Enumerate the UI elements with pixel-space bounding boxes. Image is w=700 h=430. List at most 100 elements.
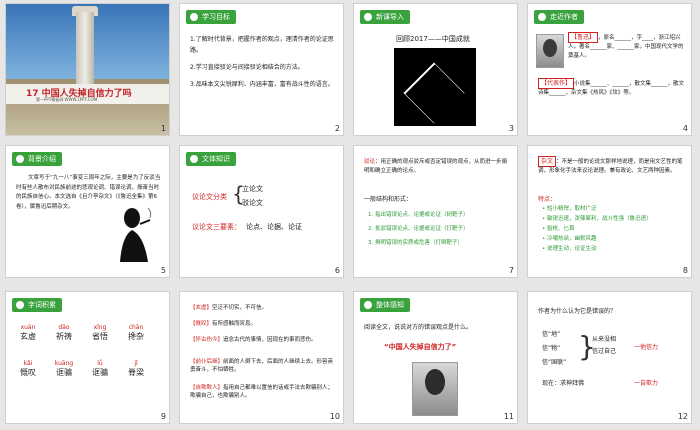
tag-label: 整体感知 <box>376 301 404 309</box>
author-label: 【鲁迅】 <box>568 32 599 43</box>
slide-number: 7 <box>508 266 514 275</box>
lost-trust-label: 一他信力 <box>634 344 659 351</box>
video-placeholder-inner <box>405 64 465 124</box>
tag-icon <box>538 13 546 21</box>
slide-thumb-8[interactable]: 杂文 ：不是一般的论说文那样地说理，而是用文艺性的笔调，形象化手法来议论说理。兼有… <box>528 146 691 277</box>
tag-label: 背景介绍 <box>28 155 56 163</box>
slide-thumb-5[interactable]: 背景介绍 文章写于“九一八”事变三周年之际，主要是为了反驳当时有些人散布对民族前… <box>6 146 169 277</box>
classification-a: 立论文 <box>242 185 263 193</box>
slide-thumb-9[interactable]: 字词积累 xuán 玄虚 dǎo 祈祷 xǐng 省悟 chān 搀杂 kǎi 慨叹 ku… <box>6 292 169 423</box>
belief-item: 信“国联” <box>542 359 567 366</box>
word-item: dǎo 祈祷 <box>56 324 72 341</box>
slide-number: 4 <box>682 124 688 133</box>
tag-label: 字词积累 <box>28 301 56 309</box>
section-tag: 新课导入 <box>360 10 410 24</box>
slide-number: 10 <box>329 412 340 421</box>
definition-row: 【玄虚】空泛不切实，不可信。 <box>190 305 268 311</box>
belief-list: 信“地” 信“物” 信“国联” <box>542 328 566 370</box>
slide-number: 3 <box>508 124 514 133</box>
rebuttal-text: ：用正确的观点驳斥或否定错误的观点，从而进一步阐明和确立正确的论点。 <box>364 159 508 174</box>
slide-thumb-2[interactable]: 学习目标 1.了解时代背景，把握作者的观点，理清作者的论证思路。 2.学习直接驳… <box>180 4 343 135</box>
slide-number: 8 <box>682 266 688 275</box>
goal-list: 1.了解时代背景，把握作者的观点，理清作者的论证思路。 2.学习直接驳论与间接驳… <box>190 34 335 90</box>
structure-heading: 一般结构和形式： <box>364 196 413 203</box>
author-face <box>425 369 445 395</box>
belief-item: 信“物” <box>542 345 561 352</box>
slide-number: 5 <box>160 266 166 275</box>
word-item: kǎi 慨叹 <box>20 360 36 377</box>
self-deception-label: 一自欺力 <box>634 380 659 387</box>
word-item: lǚ 诓骗 <box>92 360 108 377</box>
feature-item: • 说理生动，论证生动 <box>542 246 597 252</box>
question-text: 阅读全文，说说对方的错误观点是什么。 <box>364 324 473 331</box>
tag-label: 学习目标 <box>202 13 230 21</box>
self-line: 信过自己 <box>592 348 617 355</box>
tag-label: 文体知识 <box>202 155 230 163</box>
structure-step: 2. 批驳错误论点、论据或论证（打靶子） <box>368 226 469 232</box>
word-item: kuāng 诓骗 <box>54 360 74 377</box>
section-tag: 字词积累 <box>12 298 62 312</box>
slide-thumb-7[interactable]: 驳论：用正确的观点驳斥或否定错误的观点，从而进一步阐明和确立正确的论点。 一般结… <box>354 146 517 277</box>
feature-item: • 冷嘲热讽，幽默风趣 <box>542 236 597 242</box>
section-tag: 背景介绍 <box>12 152 62 166</box>
slide-number: 12 <box>677 412 688 421</box>
quoted-claim: “中国人失掉自信力了” <box>384 343 457 351</box>
tag-icon <box>16 155 24 163</box>
works-intro: 【代表作】 小说集______、______，散文集______，散文诗集____… <box>538 78 686 98</box>
never-trusted-line: 从来没相 <box>592 336 617 343</box>
smoking-figure-image <box>120 207 152 262</box>
monument-image <box>76 12 94 84</box>
rebuttal-definition: 驳论：用正确的观点驳斥或否定错误的观点，从而进一步阐明和确立正确的论点。 <box>364 158 512 176</box>
section-tag: 走近作者 <box>534 10 584 24</box>
word-item: chān 搀杂 <box>128 324 144 341</box>
author-portrait <box>536 34 564 68</box>
video-caption: 回顾2017——中国成就 <box>396 35 470 43</box>
slide-number: 2 <box>334 124 340 133</box>
cover-subtitle: 第一PPT模板网·WWW.1PPT.COM <box>36 97 98 102</box>
definition-row: 【怀古伤今】追念古代的事情，因现在的事而悲伤。 <box>190 337 317 343</box>
word-item: xuán 玄虚 <box>20 324 36 341</box>
classification-b: 驳论文 <box>242 199 263 207</box>
slide-thumb-1[interactable]: 17 中国人失掉自信力了吗 第一PPT模板网·WWW.1PPT.COM 1 <box>6 4 169 135</box>
definition-row: 【自欺欺人】指用自己都难以置信的话或手法去欺骗别人；欺骗自己，也欺骗别人。 <box>190 385 334 399</box>
elements-text: 论点、论据、论证 <box>246 223 302 231</box>
video-player[interactable] <box>394 48 476 126</box>
section-tag: 文体知识 <box>186 152 236 166</box>
slide-thumb-11[interactable]: 整体感知 阅读全文，说说对方的错误观点是什么。 “中国人失掉自信力了” 11 <box>354 292 517 423</box>
slide-thumb-3[interactable]: 新课导入 回顾2017——中国成就 3 <box>354 4 517 135</box>
section-tag: 学习目标 <box>186 10 236 24</box>
author-intro: 【鲁迅】 ，原名______，字____，浙江绍兴人，著名______家、____… <box>568 32 686 61</box>
slide-number: 11 <box>503 412 514 421</box>
slide-number: 1 <box>160 124 166 133</box>
features-list: • 短小精悍，取材广泛 • 敏锐迅速，泼辣犀利，战斗性强（鲁迅语） • 投枪、匕… <box>542 204 682 254</box>
classification-label: 议论文分类 <box>192 193 227 201</box>
goal-item: 2.学习直接驳论与间接驳论相结合的方法。 <box>190 64 304 71</box>
tag-icon <box>364 13 372 21</box>
now-line: 现在：求神拜佛 <box>542 380 585 387</box>
definition-row: 【慨叹】有所感触而叹息。 <box>190 321 257 327</box>
feature-item: • 短小精悍，取材广泛 <box>542 206 597 212</box>
slide-thumb-6[interactable]: 文体知识 议论文分类 { 立论文 驳论文 议论文三要素： 论点、论据、论证 6 <box>180 146 343 277</box>
section-tag: 整体感知 <box>360 298 410 312</box>
slide-number: 9 <box>160 412 166 421</box>
goal-item: 3.品味本文尖锐犀利、内涵丰富，富有战斗性的语言。 <box>190 81 334 88</box>
elements-label: 议论文三要素： <box>192 223 241 231</box>
tag-icon <box>364 301 372 309</box>
belief-item: 信“地” <box>542 331 561 338</box>
slide-thumb-4[interactable]: 走近作者 【鲁迅】 ，原名______，字____，浙江绍兴人，著名______家… <box>528 4 691 135</box>
author-photo <box>412 362 458 416</box>
essay-label: 杂文 <box>538 156 557 167</box>
definition-row: 【前仆后继】前面的人倒下去，后面的人继续上去。形容英勇奋斗，不怕牺牲。 <box>190 359 334 373</box>
slide-number: 6 <box>334 266 340 275</box>
feature-item: • 投枪、匕首 <box>542 226 575 232</box>
question-text: 作者为什么认为它是错误的？ <box>538 308 617 315</box>
tag-icon <box>16 301 24 309</box>
word-item: jǐ 脊梁 <box>128 360 144 377</box>
word-item: xǐng 省悟 <box>92 324 108 341</box>
works-label: 【代表作】 <box>538 78 575 89</box>
structure-step: 3. 揭明错误的实质或危害（打倒靶子） <box>368 240 463 246</box>
slide-thumb-12[interactable]: 作者为什么认为它是错误的？ 信“地” 信“物” 信“国联” } 从来没相 信过自… <box>528 292 691 423</box>
structure-step: 1. 指出错误论点、论据或论证（树靶子） <box>368 212 469 218</box>
tag-icon <box>190 155 198 163</box>
slide-thumb-10[interactable]: 【玄虚】空泛不切实，不可信。 【慨叹】有所感触而叹息。 【怀古伤今】追念古代的事… <box>180 292 343 423</box>
